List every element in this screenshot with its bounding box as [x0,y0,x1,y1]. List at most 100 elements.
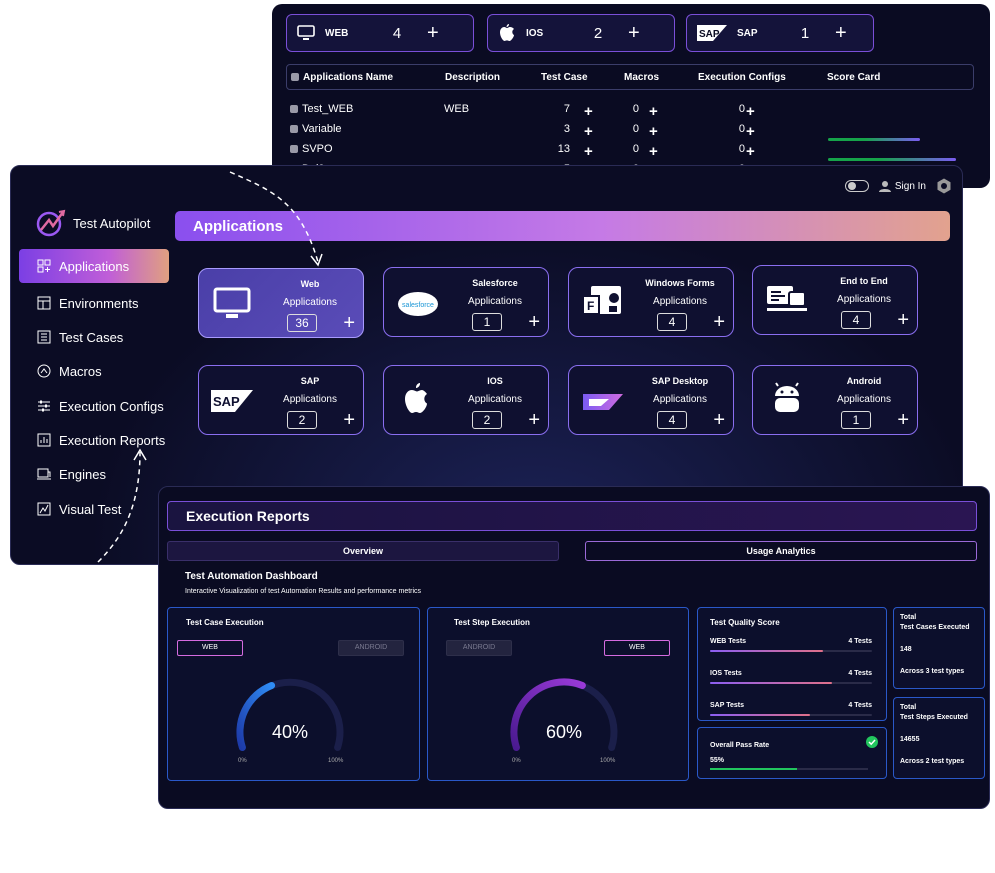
sidebar-item-label: Test Cases [59,329,124,345]
add-ios-button[interactable]: + [628,23,640,43]
sidebar-item-execution-configs[interactable]: Execution Configs [19,389,169,423]
app-name-cell[interactable]: Variable [290,123,342,135]
tab-overview[interactable]: Overview [167,541,559,561]
card-count: 1 [841,411,871,429]
sidebar-item-macros[interactable]: Macros [19,354,169,388]
sidebar-item-engines[interactable]: Engines [19,457,169,491]
row-checkbox[interactable] [290,125,298,133]
add-sap-button[interactable]: + [835,23,847,43]
sidebar-item-label: Applications [59,258,130,274]
app-card-web[interactable]: Web Applications 36 + [198,268,364,338]
app-card-android[interactable]: Android Applications 1 + [752,365,918,435]
add-application-button[interactable]: + [713,410,725,430]
config-count: 0 [738,103,745,115]
add-application-button[interactable]: + [713,312,725,332]
card-subtitle: Applications [468,296,522,307]
row-checkbox[interactable] [290,105,298,113]
score-card-bar [828,138,920,141]
add-application-button[interactable]: + [343,410,355,430]
macro-icon [37,364,51,378]
test-case-count: 13 [557,143,570,155]
column-header[interactable]: Applications Name [291,72,393,83]
type-card-sap[interactable]: SAP SAP 1 + [686,14,874,52]
quality-value: 4 Tests [848,670,872,677]
select-all-checkbox[interactable] [291,73,299,81]
quality-track [710,714,872,716]
row-checkbox[interactable] [290,145,298,153]
total-label: Total [900,614,917,621]
filter-web-button[interactable]: WEB [604,640,670,656]
quality-fill [710,682,832,684]
total-steps-label: Test Steps Executed [900,714,968,721]
svg-text:F: F [587,299,594,313]
sap-icon: SAP [211,390,253,412]
app-name-cell[interactable]: SVPO [290,143,333,155]
test-step-execution-card: Test Step Execution ANDROID WEB 60% 0% 1… [427,607,689,781]
layout-icon [37,296,51,310]
table-row[interactable]: Variable 3 + 0 + 0 + [286,116,974,140]
total-cases-note: Across 3 test types [900,668,965,675]
card-title: Test Case Execution [186,618,264,627]
app-card-sap-desktop[interactable]: SAP Desktop Applications 4 + [568,365,734,435]
add-web-button[interactable]: + [427,23,439,43]
type-card-web[interactable]: WEB 4 + [286,14,474,52]
type-card-ios[interactable]: IOS 2 + [487,14,675,52]
test-autopilot-logo-icon [36,209,66,237]
sidebar-item-execution-reports[interactable]: Execution Reports [19,423,169,457]
app-card-sap[interactable]: SAP SAP Applications 2 + [198,365,364,435]
sidebar-item-label: Engines [59,466,106,482]
sidebar-item-label: Visual Test [59,501,122,517]
test-case-execution-card: Test Case Execution WEB ANDROID 40% 0% 1… [167,607,420,781]
applications-header: Applications [175,211,950,241]
card-name: IOS [487,376,503,386]
column-header: Score Card [827,72,881,83]
type-count: 2 [593,24,603,42]
applications-table-panel: WEB 4 + IOS 2 + SAP SAP 1 + Applications… [272,4,990,188]
sidebar-item-environments[interactable]: Environments [19,286,169,320]
filter-web-button[interactable]: WEB [177,640,243,656]
case-gauge-value: 40% [272,722,309,742]
settings-gear-icon[interactable] [936,178,952,194]
windows-forms-icon: F [582,286,621,315]
card-subtitle: Applications [653,296,707,307]
filter-android-button[interactable]: ANDROID [338,640,404,656]
add-application-button[interactable]: + [897,310,909,330]
card-count: 4 [841,311,871,329]
card-subtitle: Applications [837,294,891,305]
app-name-cell[interactable]: Test_WEB [290,103,353,115]
table-row[interactable]: Test_WEB WEB 7 + 0 + 0 + [286,96,974,120]
check-circle-icon [866,736,878,748]
total-test-cases-card: Total Test Cases Executed 148 Across 3 t… [893,607,985,689]
tab-usage-analytics[interactable]: Usage Analytics [585,541,977,561]
sidebar-item-test-cases[interactable]: Test Cases [19,320,169,354]
app-card-windows-forms[interactable]: F Windows Forms Applications 4 + [568,267,734,337]
sidebar-item-visual-test[interactable]: Visual Test [19,492,169,526]
total-cases-value: 148 [900,646,912,653]
type-name: IOS [526,27,544,39]
add-application-button[interactable]: + [528,312,540,332]
gauge-min-label: 0% [512,758,521,764]
sap-icon: SAP [697,25,727,41]
devices-icon [767,286,807,311]
theme-toggle[interactable] [844,180,869,192]
android-icon [775,382,799,412]
type-count: 1 [800,24,810,42]
add-application-button[interactable]: + [897,410,909,430]
app-card-salesforce[interactable]: salesforce Salesforce Applications 1 + [383,267,549,337]
apple-icon [500,24,514,41]
sign-in-link[interactable]: Sign In [878,180,926,192]
add-application-button[interactable]: + [343,313,355,333]
card-name: Android [846,376,882,386]
filter-android-button[interactable]: ANDROID [446,640,512,656]
add-application-button[interactable]: + [528,410,540,430]
card-title: Test Quality Score [710,618,780,627]
card-subtitle: Applications [468,394,522,405]
sidebar-item-applications[interactable]: Applications [19,249,169,283]
config-count: 0 [738,123,745,135]
card-subtitle: Applications [283,297,337,308]
app-card-end-to-end[interactable]: End to End Applications 4 + [752,265,918,335]
salesforce-logo-text: salesforce [402,302,434,309]
app-card-ios[interactable]: IOS Applications 2 + [383,365,549,435]
grid-icon [37,259,51,273]
description-cell: WEB [444,103,470,115]
